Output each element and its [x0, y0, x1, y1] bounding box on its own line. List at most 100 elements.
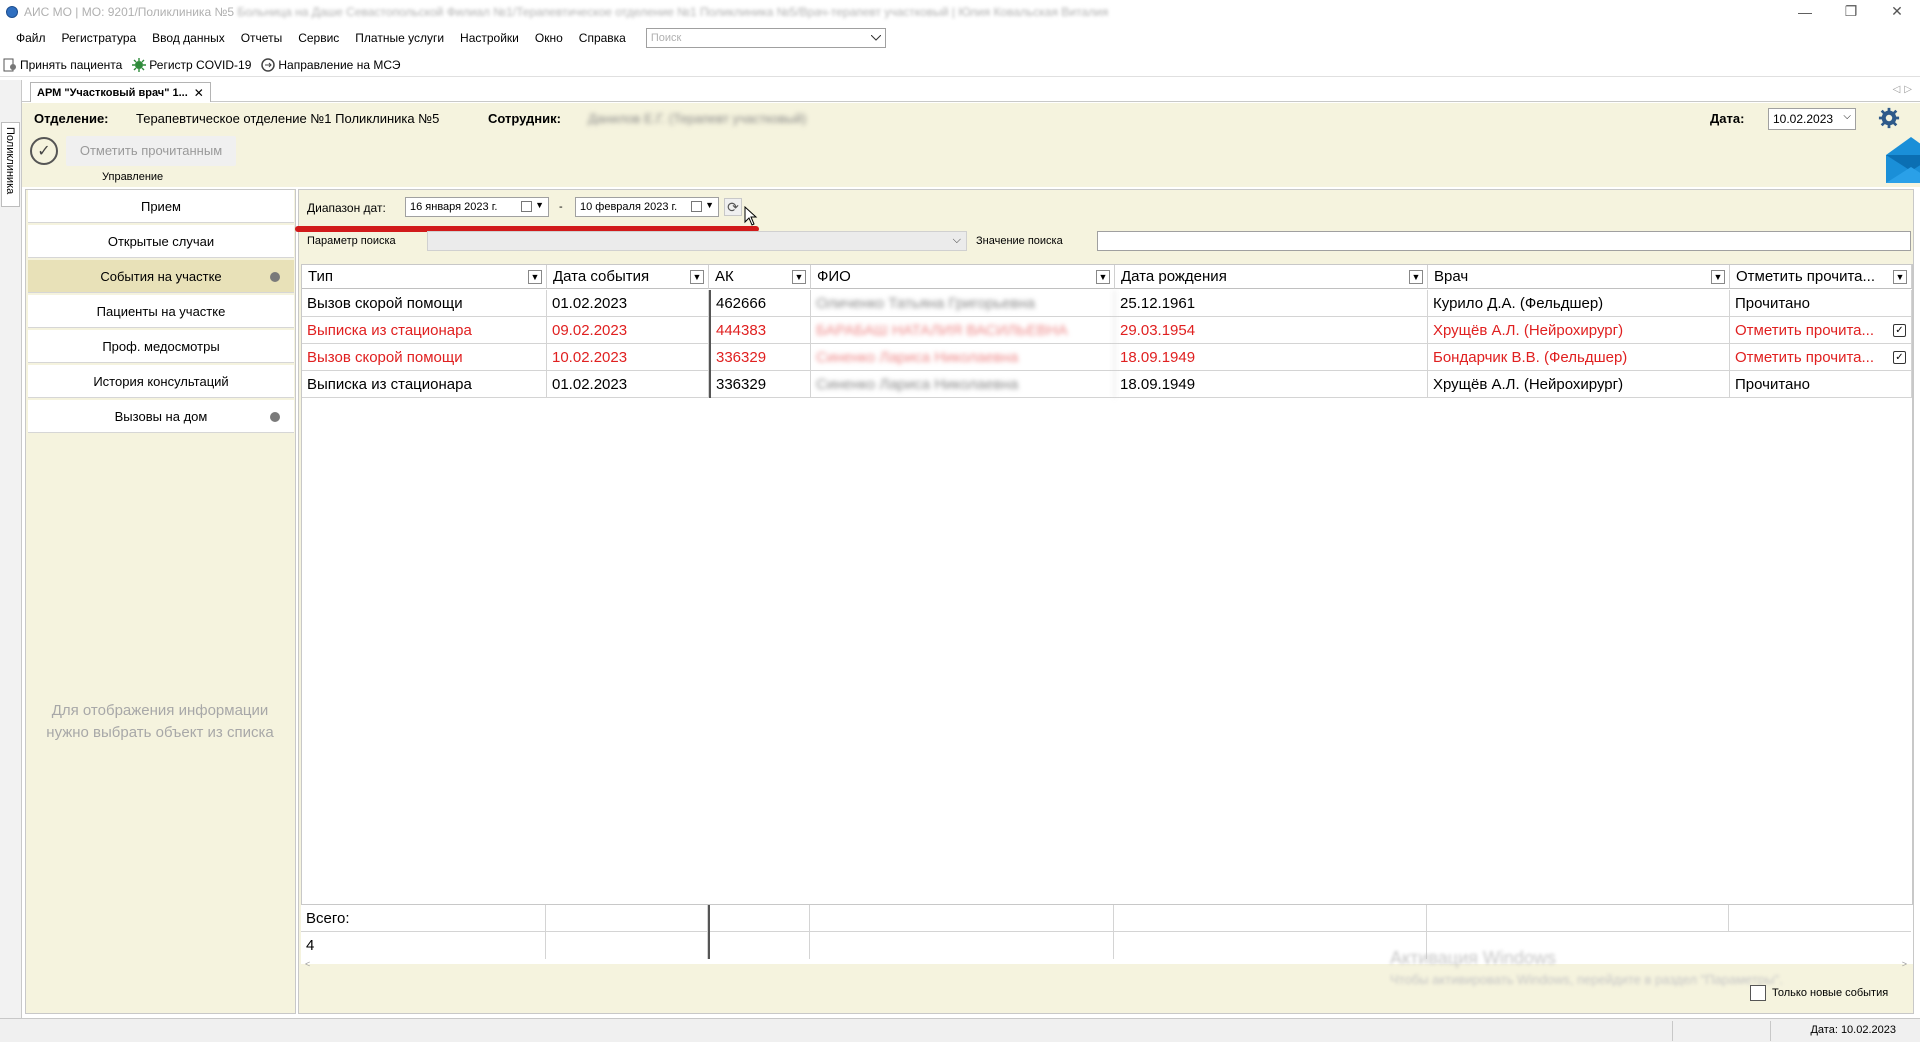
minimize-button[interactable]: — [1782, 0, 1828, 23]
menu-paid-services[interactable]: Платные услуги [347, 26, 452, 50]
column-header-mark-read[interactable]: Отметить прочита... ▼ [1730, 265, 1912, 289]
vertical-tab-polyclinic[interactable]: Поликлиника [1, 122, 20, 207]
filter-dropdown-icon[interactable]: ▼ [1893, 270, 1907, 284]
filter-dropdown-icon[interactable]: ▼ [528, 270, 542, 284]
table-row[interactable]: Вызов скорой помощи 10.02.2023 336329 Си… [302, 344, 1912, 371]
scroll-right-icon[interactable]: > [1902, 959, 1907, 969]
windows-activation-hint: Чтобы активировать Windows, перейдите в … [1390, 972, 1783, 987]
toolbar: Принять пациента Регистр COVID-19 Направ… [0, 53, 1920, 77]
table-row[interactable]: Выписка из стационара 09.02.2023 444383 … [302, 317, 1912, 344]
menu-service[interactable]: Сервис [290, 26, 347, 50]
filter-dropdown-icon[interactable]: ▼ [1711, 270, 1725, 284]
mse-referral-button[interactable]: Направление на МСЭ [261, 58, 400, 72]
menu-reports[interactable]: Отчеты [233, 26, 290, 50]
app-logo-icon [6, 5, 18, 18]
date-filter-row: Диапазон дат: 16 января 2023 г. ▼ - 10 ф… [295, 190, 1915, 232]
date-from-picker[interactable]: 16 января 2023 г. ▼ [405, 197, 549, 217]
left-nav-panel: Прием Открытые случаи События на участке… [25, 189, 296, 1014]
column-header-birth-date[interactable]: Дата рождения ▼ [1115, 265, 1428, 289]
only-new-events-checkbox[interactable]: Только новые события [1750, 985, 1888, 1001]
nav-item-area-patients[interactable]: Пациенты на участке [28, 295, 294, 328]
menu-registry[interactable]: Регистратура [54, 26, 145, 50]
nav-item-area-events[interactable]: События на участке [28, 260, 294, 293]
cell-birth-date: 18.09.1949 [1115, 371, 1428, 398]
date-range-label: Диапазон дат: [307, 201, 386, 215]
cell-ak: 336329 [709, 344, 811, 371]
nav-empty-message: Для отображения информации нужно выбрать… [46, 702, 274, 741]
menu-data-entry[interactable]: Ввод данных [144, 26, 233, 50]
left-side-strip: Поликлиника [0, 80, 22, 1020]
management-group-label: Управление [102, 171, 164, 183]
mark-read-checkbox[interactable]: ✓ [1893, 324, 1906, 337]
envelope-icon[interactable] [1886, 137, 1920, 183]
column-header-fio[interactable]: ФИО ▼ [811, 265, 1115, 289]
window-title: АИС МО | МО: 9201/Поликлиника №5 Больниц… [24, 4, 1109, 19]
menu-settings[interactable]: Настройки [452, 26, 527, 50]
menu-window[interactable]: Окно [527, 26, 571, 50]
chevron-down-icon: ⌵ [952, 234, 961, 246]
cell-mark-status: Прочитано [1730, 371, 1912, 398]
current-date-field[interactable]: 10.02.2023 ⌵ [1768, 108, 1856, 130]
maximize-button[interactable]: ❐ [1828, 0, 1874, 23]
column-header-event-date[interactable]: Дата события ▼ [547, 265, 709, 289]
close-window-button[interactable]: ✕ [1874, 0, 1920, 23]
global-search-input[interactable]: Поиск [645, 28, 886, 48]
mse-referral-label: Направление на МСЭ [278, 57, 401, 72]
nav-item-reception[interactable]: Прием [28, 190, 294, 223]
events-panel: Диапазон дат: 16 января 2023 г. ▼ - 10 ф… [295, 189, 1915, 1014]
covid-register-button[interactable]: Регистр COVID-19 [132, 57, 252, 72]
date-to-picker[interactable]: 10 февраля 2023 г. ▼ [575, 197, 719, 217]
employee-label: Сотрудник: [488, 111, 561, 126]
cell-type: Выписка из стационара [302, 317, 547, 344]
covid-register-label: Регистр COVID-19 [149, 57, 252, 72]
cell-mark-action[interactable]: Отметить прочита... [1730, 317, 1912, 344]
nav-item-open-cases[interactable]: Открытые случаи [28, 225, 294, 258]
tab-scroll-arrows-icon[interactable]: ◁▷ [1893, 84, 1916, 95]
nav-item-home-calls[interactable]: Вызовы на дом [28, 400, 294, 433]
search-param-select[interactable]: ⌵ [427, 231, 967, 251]
grid-footer: Всего: 4 < > [301, 904, 1913, 969]
close-tab-icon[interactable]: ✕ [194, 86, 204, 100]
horizontal-scrollbar[interactable]: < > [301, 959, 1911, 971]
gear-icon[interactable] [1878, 107, 1900, 129]
accept-patient-label: Принять пациента [20, 57, 123, 72]
column-header-ak[interactable]: АК ▼ [709, 265, 811, 289]
calendar-icon[interactable] [521, 201, 532, 212]
cell-fio: Синенко Лариса Николаевна [811, 344, 1115, 371]
mark-read-button[interactable]: ✓ Отметить прочитанным [30, 136, 256, 166]
cell-type: Вызов скорой помощи [302, 344, 547, 371]
cell-event-date: 09.02.2023 [547, 317, 709, 344]
mark-read-checkbox[interactable]: ✓ [1893, 351, 1906, 364]
scroll-left-icon[interactable]: < [305, 959, 310, 969]
refresh-icon: ⟳ [727, 198, 739, 215]
table-row[interactable]: Вызов скорой помощи 01.02.2023 462666 Ол… [302, 290, 1912, 317]
cell-mark-action[interactable]: Отметить прочита... [1730, 344, 1912, 371]
chevron-down-icon[interactable]: ▼ [535, 200, 544, 210]
cell-doctor: Хрущёв А.Л. (Нейрохирург) [1428, 371, 1730, 398]
menu-bar: Файл Регистратура Ввод данных Отчеты Сер… [0, 26, 1920, 50]
notification-dot-icon [270, 412, 280, 422]
menu-file[interactable]: Файл [8, 26, 54, 50]
refresh-button[interactable]: ⟳ [724, 198, 742, 216]
filter-dropdown-icon[interactable]: ▼ [792, 270, 806, 284]
nav-item-medical-checkups[interactable]: Проф. медосмотры [28, 330, 294, 363]
column-header-doctor[interactable]: Врач ▼ [1428, 265, 1730, 289]
nav-item-consultation-history[interactable]: История консультаций [28, 365, 294, 398]
column-header-type[interactable]: Тип ▼ [302, 265, 547, 289]
checkbox-box[interactable] [1750, 985, 1766, 1001]
windows-activation-watermark: Активация Windows [1390, 948, 1556, 968]
search-value-input[interactable] [1097, 231, 1911, 251]
filter-dropdown-icon[interactable]: ▼ [690, 270, 704, 284]
filter-dropdown-icon[interactable]: ▼ [1409, 270, 1423, 284]
filter-dropdown-icon[interactable]: ▼ [1096, 270, 1110, 284]
cell-doctor: Хрущёв А.Л. (Нейрохирург) [1428, 317, 1730, 344]
cell-ak: 444383 [709, 317, 811, 344]
menu-help[interactable]: Справка [571, 26, 634, 50]
accept-patient-button[interactable]: Принять пациента [3, 58, 122, 72]
status-bar: Дата: 10.02.2023 [0, 1018, 1920, 1042]
calendar-icon[interactable] [691, 201, 702, 212]
table-row[interactable]: Выписка из стационара 01.02.2023 336329 … [302, 371, 1912, 398]
chevron-down-icon[interactable]: ▼ [705, 200, 714, 210]
cell-event-date: 01.02.2023 [547, 290, 709, 317]
tab-arm-doctor[interactable]: АРМ "Участковый врач" 1... ✕ [30, 82, 211, 102]
